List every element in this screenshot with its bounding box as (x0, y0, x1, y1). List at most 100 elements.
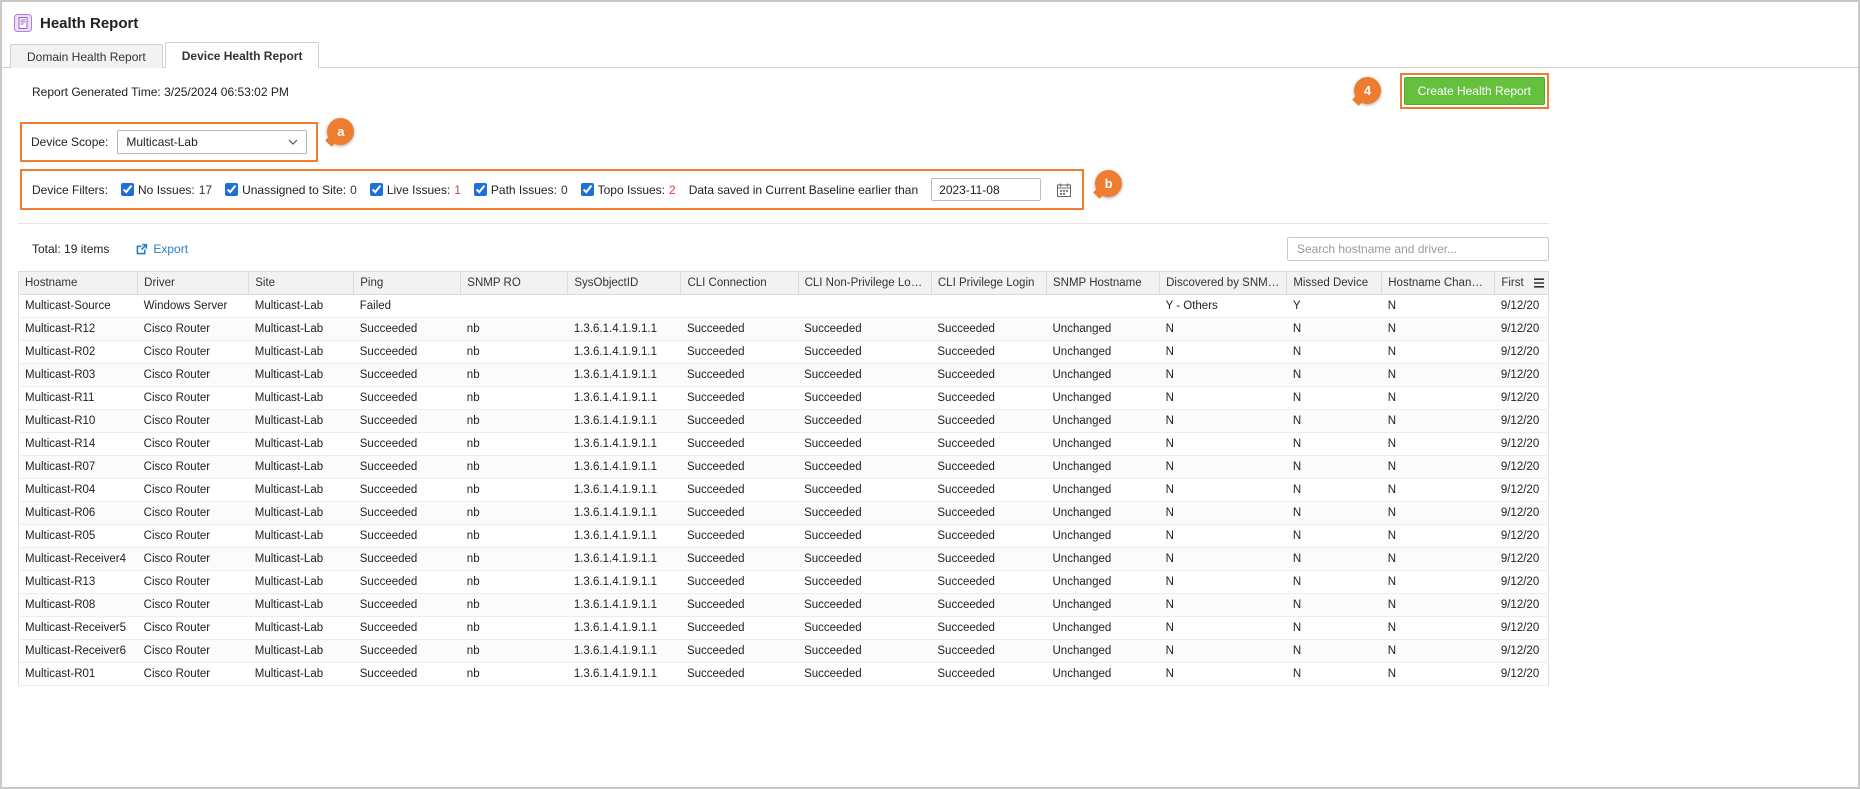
cell-snmp-ro: nb (461, 617, 568, 640)
filter-topo-issues[interactable]: Topo Issues:2 (581, 183, 676, 197)
cell-hostname: Multicast-R03 (19, 364, 138, 387)
cell-hostname: Multicast-R04 (19, 479, 138, 502)
column-header-missed-device[interactable]: Missed Device (1287, 272, 1382, 295)
baseline-date-input[interactable] (931, 178, 1041, 201)
cell-hostname: Multicast-Source (19, 295, 138, 318)
column-header-cli-non-privilege-login[interactable]: CLI Non-Privilege Login (798, 272, 931, 295)
callout-step-4: 4 (1354, 77, 1381, 104)
filter-checkbox-path-issues[interactable] (474, 183, 487, 196)
cell-site: Multicast-Lab (249, 502, 354, 525)
column-header-cli-privilege-login[interactable]: CLI Privilege Login (931, 272, 1046, 295)
cell-missed-device: N (1287, 479, 1382, 502)
column-header-hostname-changed[interactable]: Hostname Changed (1382, 272, 1495, 295)
cell-missed-device: N (1287, 410, 1382, 433)
filter-label: No Issues: (138, 183, 195, 197)
table-row[interactable]: Multicast-R06Cisco RouterMulticast-LabSu… (19, 502, 1549, 525)
table-row[interactable]: Multicast-R05Cisco RouterMulticast-LabSu… (19, 525, 1549, 548)
cell-discovered-by-snmp-o: N (1160, 387, 1287, 410)
table-row[interactable]: Multicast-SourceWindows ServerMulticast-… (19, 295, 1549, 318)
filter-checkbox-live-issues[interactable] (370, 183, 383, 196)
filter-checkbox-unassigned-to-site[interactable] (225, 183, 238, 196)
table-row[interactable]: Multicast-Receiver6Cisco RouterMulticast… (19, 640, 1549, 663)
column-header-first[interactable]: First (1495, 272, 1549, 295)
calendar-button[interactable] (1054, 182, 1072, 198)
table-row[interactable]: Multicast-R01Cisco RouterMulticast-LabSu… (19, 663, 1549, 686)
table-row[interactable]: Multicast-R02Cisco RouterMulticast-LabSu… (19, 341, 1549, 364)
cell-site: Multicast-Lab (249, 663, 354, 686)
cell-sysobjectid: 1.3.6.1.4.1.9.1.1 (568, 364, 681, 387)
table-header-row: HostnameDriverSitePingSNMP ROSysObjectID… (19, 272, 1549, 295)
cell-snmp-hostname (1047, 295, 1160, 318)
cell-snmp-hostname: Unchanged (1047, 456, 1160, 479)
table-row[interactable]: Multicast-Receiver4Cisco RouterMulticast… (19, 548, 1549, 571)
tab-device-health-report[interactable]: Device Health Report (165, 42, 320, 68)
filter-checkbox-topo-issues[interactable] (581, 183, 594, 196)
cell-ping: Succeeded (354, 410, 461, 433)
export-button[interactable]: Export (135, 242, 188, 256)
cell-first: 9/12/20 (1495, 387, 1549, 410)
cell-cli-connection: Succeeded (681, 433, 798, 456)
cell-sysobjectid: 1.3.6.1.4.1.9.1.1 (568, 341, 681, 364)
column-header-hostname[interactable]: Hostname (19, 272, 138, 295)
cell-cli-connection: Succeeded (681, 594, 798, 617)
search-input[interactable] (1287, 237, 1549, 261)
cell-missed-device: N (1287, 594, 1382, 617)
filter-live-issues[interactable]: Live Issues:1 (370, 183, 461, 197)
cell-discovered-by-snmp-o: N (1160, 663, 1287, 686)
filter-count: 17 (199, 183, 212, 197)
table-row[interactable]: Multicast-R08Cisco RouterMulticast-LabSu… (19, 594, 1549, 617)
cell-cli-privilege-login: Succeeded (931, 479, 1046, 502)
table-row[interactable]: Multicast-Receiver5Cisco RouterMulticast… (19, 617, 1549, 640)
export-icon (135, 243, 148, 256)
cell-hostname-changed: N (1382, 364, 1495, 387)
device-scope-select[interactable]: Multicast-Lab (117, 130, 307, 154)
cell-first: 9/12/20 (1495, 571, 1549, 594)
table-body: Multicast-SourceWindows ServerMulticast-… (19, 295, 1549, 686)
column-header-snmp-hostname[interactable]: SNMP Hostname (1047, 272, 1160, 295)
column-header-discovered-by-snmp-o[interactable]: Discovered by SNMP O... (1160, 272, 1287, 295)
table-row[interactable]: Multicast-R07Cisco RouterMulticast-LabSu… (19, 456, 1549, 479)
column-header-ping[interactable]: Ping (354, 272, 461, 295)
cell-discovered-by-snmp-o: N (1160, 640, 1287, 663)
cell-discovered-by-snmp-o: N (1160, 318, 1287, 341)
table-row[interactable]: Multicast-R04Cisco RouterMulticast-LabSu… (19, 479, 1549, 502)
column-header-site[interactable]: Site (249, 272, 354, 295)
column-settings-icon[interactable] (1533, 278, 1545, 291)
filter-path-issues[interactable]: Path Issues:0 (474, 183, 568, 197)
cell-cli-connection: Succeeded (681, 502, 798, 525)
filter-label: Unassigned to Site: (242, 183, 346, 197)
cell-driver: Cisco Router (138, 364, 249, 387)
tab-domain-health-report[interactable]: Domain Health Report (10, 44, 163, 68)
create-health-report-button[interactable]: Create Health Report (1404, 77, 1545, 105)
cell-discovered-by-snmp-o: N (1160, 571, 1287, 594)
filter-unassigned-to-site[interactable]: Unassigned to Site:0 (225, 183, 357, 197)
column-header-snmp-ro[interactable]: SNMP RO (461, 272, 568, 295)
cell-cli-connection: Succeeded (681, 341, 798, 364)
table-row[interactable]: Multicast-R10Cisco RouterMulticast-LabSu… (19, 410, 1549, 433)
table-row[interactable]: Multicast-R13Cisco RouterMulticast-LabSu… (19, 571, 1549, 594)
cell-first: 9/12/20 (1495, 364, 1549, 387)
cell-discovered-by-snmp-o: N (1160, 548, 1287, 571)
cell-hostname: Multicast-R11 (19, 387, 138, 410)
cell-sysobjectid: 1.3.6.1.4.1.9.1.1 (568, 479, 681, 502)
cell-discovered-by-snmp-o: Y - Others (1160, 295, 1287, 318)
cell-ping: Succeeded (354, 594, 461, 617)
cell-cli-privilege-login: Succeeded (931, 594, 1046, 617)
cell-missed-device: N (1287, 502, 1382, 525)
cell-driver: Cisco Router (138, 571, 249, 594)
filter-no-issues[interactable]: No Issues: 17 (121, 183, 212, 197)
cell-sysobjectid: 1.3.6.1.4.1.9.1.1 (568, 640, 681, 663)
column-header-cli-connection[interactable]: CLI Connection (681, 272, 798, 295)
cell-snmp-ro: nb (461, 479, 568, 502)
column-header-sysobjectid[interactable]: SysObjectID (568, 272, 681, 295)
filter-checkbox-no-issues[interactable] (121, 183, 134, 196)
cell-cli-connection: Succeeded (681, 571, 798, 594)
cell-sysobjectid: 1.3.6.1.4.1.9.1.1 (568, 548, 681, 571)
table-row[interactable]: Multicast-R14Cisco RouterMulticast-LabSu… (19, 433, 1549, 456)
cell-discovered-by-snmp-o: N (1160, 410, 1287, 433)
table-row[interactable]: Multicast-R12Cisco RouterMulticast-LabSu… (19, 318, 1549, 341)
table-row[interactable]: Multicast-R03Cisco RouterMulticast-LabSu… (19, 364, 1549, 387)
column-header-driver[interactable]: Driver (138, 272, 249, 295)
cell-hostname-changed: N (1382, 525, 1495, 548)
table-row[interactable]: Multicast-R11Cisco RouterMulticast-LabSu… (19, 387, 1549, 410)
